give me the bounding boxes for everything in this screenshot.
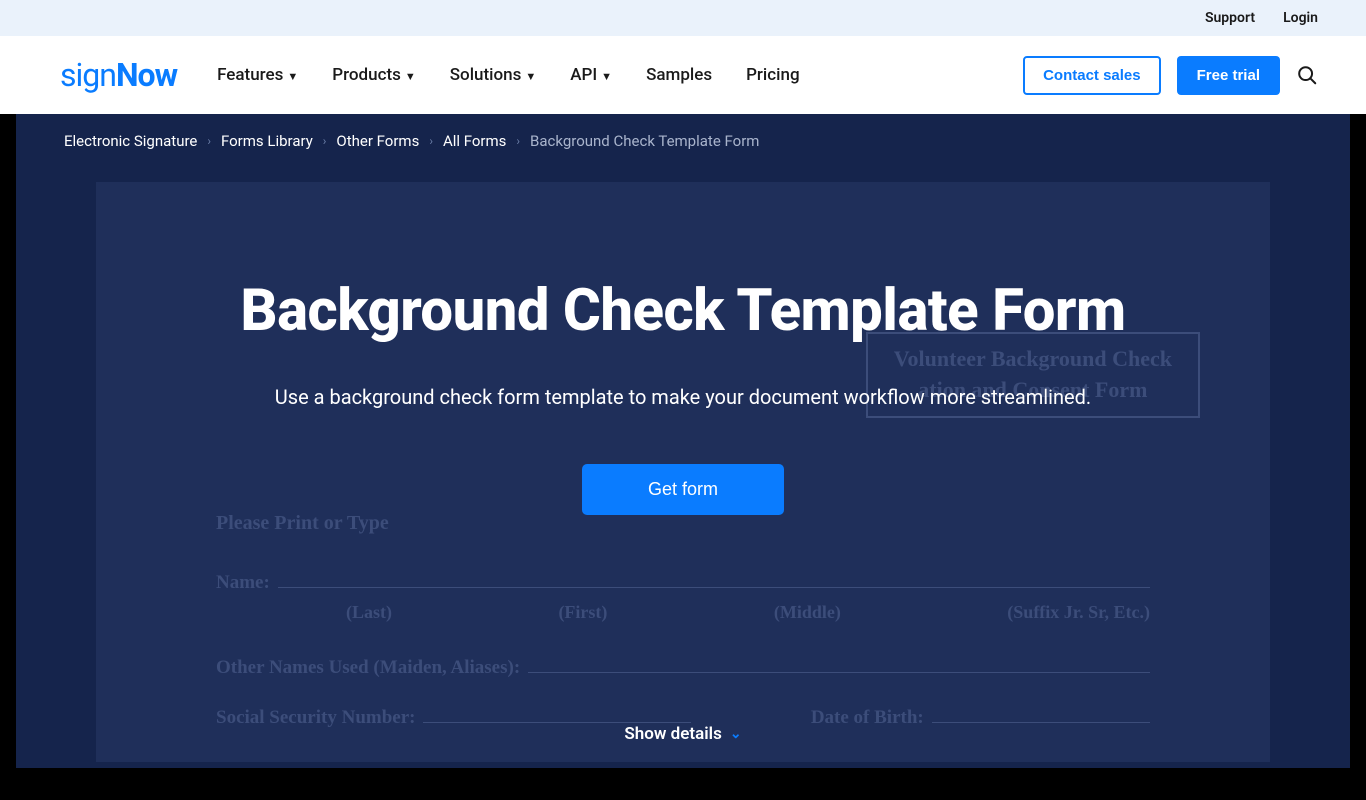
crumb-all-forms[interactable]: All Forms (443, 132, 506, 150)
crumb-current: Background Check Template Form (530, 132, 759, 150)
chevron-down-icon: ▼ (601, 70, 612, 83)
nav-products[interactable]: Products ▼ (332, 65, 416, 85)
hero-content: Background Check Template Form Use a bac… (96, 182, 1270, 515)
bgdoc-other-names-row: Other Names Used (Maiden, Aliases): (216, 657, 1150, 679)
nav-solutions[interactable]: Solutions▼ (450, 65, 536, 85)
chevron-down-icon: ⌄ (730, 726, 742, 742)
page-subtitle: Use a background check form template to … (96, 383, 1270, 412)
bgdoc-name-label: Name: (216, 572, 270, 594)
get-form-button[interactable]: Get form (582, 464, 784, 515)
brand-logo[interactable]: signNow (60, 56, 177, 94)
free-trial-button[interactable]: Free trial (1177, 56, 1280, 95)
bgdoc-other-names-label: Other Names Used (Maiden, Aliases): (216, 657, 520, 679)
nav-label: API (570, 65, 597, 85)
nav-label: Samples (646, 65, 712, 85)
chevron-right-icon: › (429, 134, 433, 148)
nav-samples[interactable]: Samples (646, 65, 712, 85)
nav-label: Features (217, 65, 283, 85)
bgdoc-line (528, 663, 1150, 673)
chevron-right-icon: › (323, 134, 327, 148)
bgdoc-suffix: (Suffix Jr. Sr, Etc.) (1007, 602, 1150, 623)
chevron-down-icon: ▼ (287, 70, 298, 83)
bgdoc-line (423, 713, 690, 723)
bgdoc-name-row: Name: (216, 572, 1150, 594)
crumb-other-forms[interactable]: Other Forms (336, 132, 419, 150)
bgdoc-line (278, 578, 1150, 588)
logo-text-b: Now (116, 56, 177, 94)
nav-label: Products (332, 65, 401, 85)
breadcrumb: Electronic Signature › Forms Library › Oth… (16, 114, 1350, 150)
show-details-row: Show details ⌄ (96, 724, 1270, 744)
bgdoc-name-subrow: (Last) (First) (Middle) (Suffix Jr. Sr, … (346, 602, 1150, 623)
nav-features[interactable]: Features ▼ (217, 65, 298, 85)
dark-section-wrap: Electronic Signature › Forms Library › Oth… (0, 114, 1366, 800)
nav-right-cluster: Contact sales Free trial (1023, 56, 1318, 95)
login-link[interactable]: Login (1283, 10, 1318, 26)
nav-label: Solutions (450, 65, 522, 85)
chevron-down-icon: ▼ (405, 70, 416, 83)
main-navbar: signNow Features▼ Products▼ Solutions▼ A… (0, 36, 1366, 114)
contact-sales-button[interactable]: Contact sales (1023, 56, 1161, 95)
support-link[interactable]: Support (1205, 10, 1255, 26)
chevron-right-icon: › (207, 134, 211, 148)
primary-nav: Features▼ Products▼ Solutions▼ API▼ Samp… (217, 65, 800, 85)
bgdoc-first: (First) (558, 602, 607, 623)
hero-panel: Volunteer Background Check ation and Con… (96, 182, 1270, 762)
crumb-forms-library[interactable]: Forms Library (221, 132, 313, 150)
bgdoc-line (932, 713, 1150, 723)
show-details-link[interactable]: Show details ⌄ (624, 724, 741, 744)
crumb-electronic-signature[interactable]: Electronic Signature (64, 132, 197, 150)
nav-pricing[interactable]: Pricing (746, 65, 800, 85)
nav-label: Pricing (746, 65, 800, 85)
page-title: Background Check Template Form (96, 280, 1270, 343)
chevron-down-icon: ▼ (525, 70, 536, 83)
bgdoc-middle: (Middle) (774, 602, 841, 623)
nav-api[interactable]: API ▼ (570, 65, 612, 85)
bgdoc-last: (Last) (346, 602, 392, 623)
chevron-right-icon: › (516, 134, 520, 148)
show-details-label: Show details (624, 724, 721, 744)
search-icon[interactable] (1296, 64, 1318, 86)
bgdoc-please-print: Please Print or Type (216, 512, 389, 535)
logo-text-a: sign (60, 56, 116, 94)
dark-section: Electronic Signature › Forms Library › Oth… (16, 114, 1350, 768)
utility-topbar: Support Login (0, 0, 1366, 36)
